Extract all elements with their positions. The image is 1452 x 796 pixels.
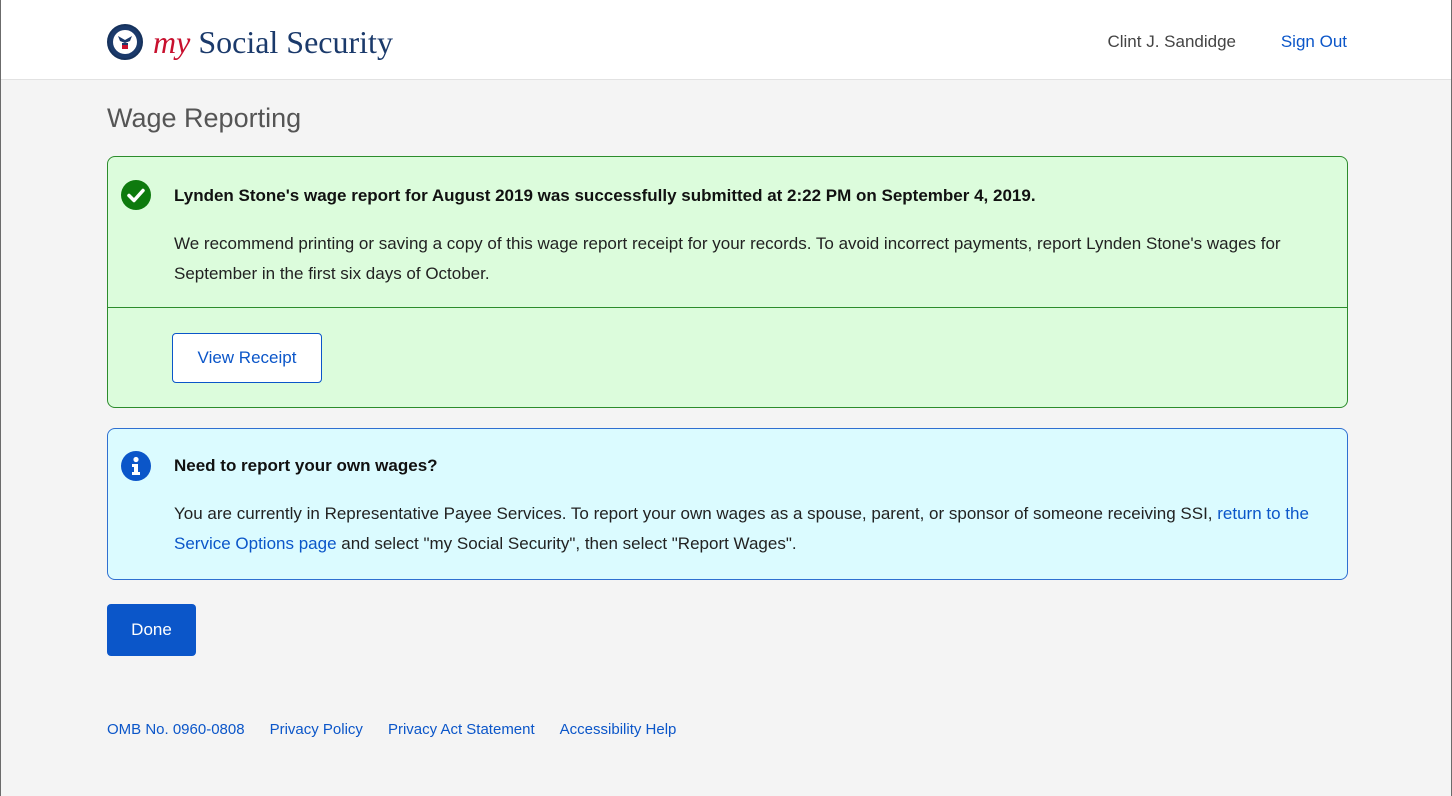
info-body-text-end: and select "my Social Security", then se… xyxy=(336,534,797,553)
logo-text: my Social Security xyxy=(153,24,393,60)
alert-divider xyxy=(108,307,1347,308)
ssa-seal-icon xyxy=(107,24,143,60)
done-button[interactable]: Done xyxy=(107,604,196,656)
accessibility-help-link[interactable]: Accessibility Help xyxy=(560,721,677,738)
sign-out-link[interactable]: Sign Out xyxy=(1281,32,1347,52)
site-header: my Social Security Clint J. Sandidge Sig… xyxy=(1,0,1451,80)
info-circle-icon xyxy=(121,451,151,481)
view-receipt-button[interactable]: View Receipt xyxy=(172,333,322,383)
footer: OMB No. 0960-0808 Privacy Policy Privacy… xyxy=(107,721,701,738)
omb-number-link[interactable]: OMB No. 0960-0808 xyxy=(107,721,245,738)
info-alert-title: Need to report your own wages? xyxy=(174,456,438,475)
user-name: Clint J. Sandidge xyxy=(1107,32,1236,51)
privacy-policy-link[interactable]: Privacy Policy xyxy=(270,721,363,738)
info-body-text: You are currently in Representative Paye… xyxy=(174,504,1218,523)
privacy-act-statement-link[interactable]: Privacy Act Statement xyxy=(388,721,535,738)
info-alert-body: You are currently in Representative Paye… xyxy=(174,499,1324,559)
success-alert: Lynden Stone's wage report for August 20… xyxy=(107,156,1348,408)
success-alert-title: Lynden Stone's wage report for August 20… xyxy=(174,186,1036,205)
my-social-security-logo[interactable]: my Social Security xyxy=(107,24,393,60)
info-alert: Need to report your own wages? You are c… xyxy=(107,428,1348,580)
page-title: Wage Reporting xyxy=(107,103,302,133)
success-alert-body: We recommend printing or saving a copy o… xyxy=(174,234,1281,283)
check-circle-icon xyxy=(121,180,151,210)
